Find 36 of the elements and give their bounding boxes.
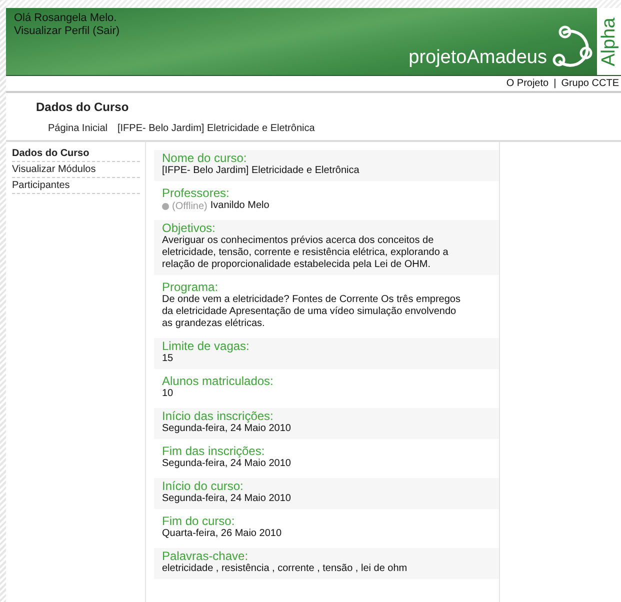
field-value: eletricidade , resistência , corrente , tensão , lei de ohm: [162, 563, 408, 575]
field-value: Ivanildo Melo: [210, 200, 270, 212]
top-link[interactable]: Grupo CCTE: [561, 78, 619, 89]
field-value: 10: [162, 388, 174, 400]
field-label: Professores:: [162, 187, 230, 200]
profile-link[interactable]: Visualizar Perfil (Sair): [14, 25, 120, 38]
field-label: Início das inscrições:: [162, 410, 274, 423]
field-label: Limite de vagas:: [162, 340, 250, 353]
field-value: Averiguar os conhecimentos prévios acerca dos conceitos de eletricidade, tensão, corrente e resistência elétrica, explorando a relação de proporcionalidade estabelecida pela Lei de OHM.: [162, 235, 450, 271]
field-label: Fim do curso:: [162, 515, 236, 528]
sidebar-item[interactable]: Participantes: [12, 178, 140, 194]
breadcrumb-link[interactable]: [IFPE- Belo Jardim] Eletricidade e Eletrônica: [117, 123, 315, 137]
breadcrumb-link[interactable]: Página Inicial: [48, 123, 108, 137]
field-value: Segunda-feira, 24 Maio 2010: [162, 423, 292, 435]
page-title: Dados do Curso: [36, 100, 129, 114]
field-label: Fim das inscrições:: [162, 445, 266, 458]
field-value: Segunda-feira, 24 Maio 2010: [162, 458, 292, 470]
field-label: Início do curso:: [162, 480, 244, 493]
field-value: 15: [162, 353, 174, 365]
field-value: Quarta-feira, 26 Maio 2010: [162, 528, 283, 540]
field-label: Alunos matriculados:: [162, 375, 274, 388]
status-text: (Offline): [172, 200, 208, 212]
sidebar-item[interactable]: Visualizar Módulos: [12, 162, 140, 178]
field-label: Palavras-chave:: [162, 550, 250, 563]
field-label: Objetivos:: [162, 222, 216, 235]
top-link[interactable]: O Projeto: [506, 78, 549, 89]
field-value: [IFPE- Belo Jardim] Eletricidade e Eletrônica: [162, 165, 360, 177]
sidebar-item[interactable]: Dados do Curso: [12, 146, 140, 162]
edition-label: Alpha: [598, 17, 620, 66]
field-value: De onde vem a eletricidade? Fontes de Corrente Os três empregos da eletricidade Apresentação de uma vídeo simulação envolvendo as grandezas elétricas.: [162, 294, 462, 330]
link-separator: |: [554, 78, 556, 89]
logo-text: projetoAmadeus: [408, 47, 547, 69]
field-value: Segunda-feira, 24 Maio 2010: [162, 493, 292, 505]
field-label: Nome do curso:: [162, 152, 248, 165]
field-label: Programa:: [162, 281, 220, 294]
greeting-text: Olá Rosangela Melo.: [14, 12, 118, 25]
